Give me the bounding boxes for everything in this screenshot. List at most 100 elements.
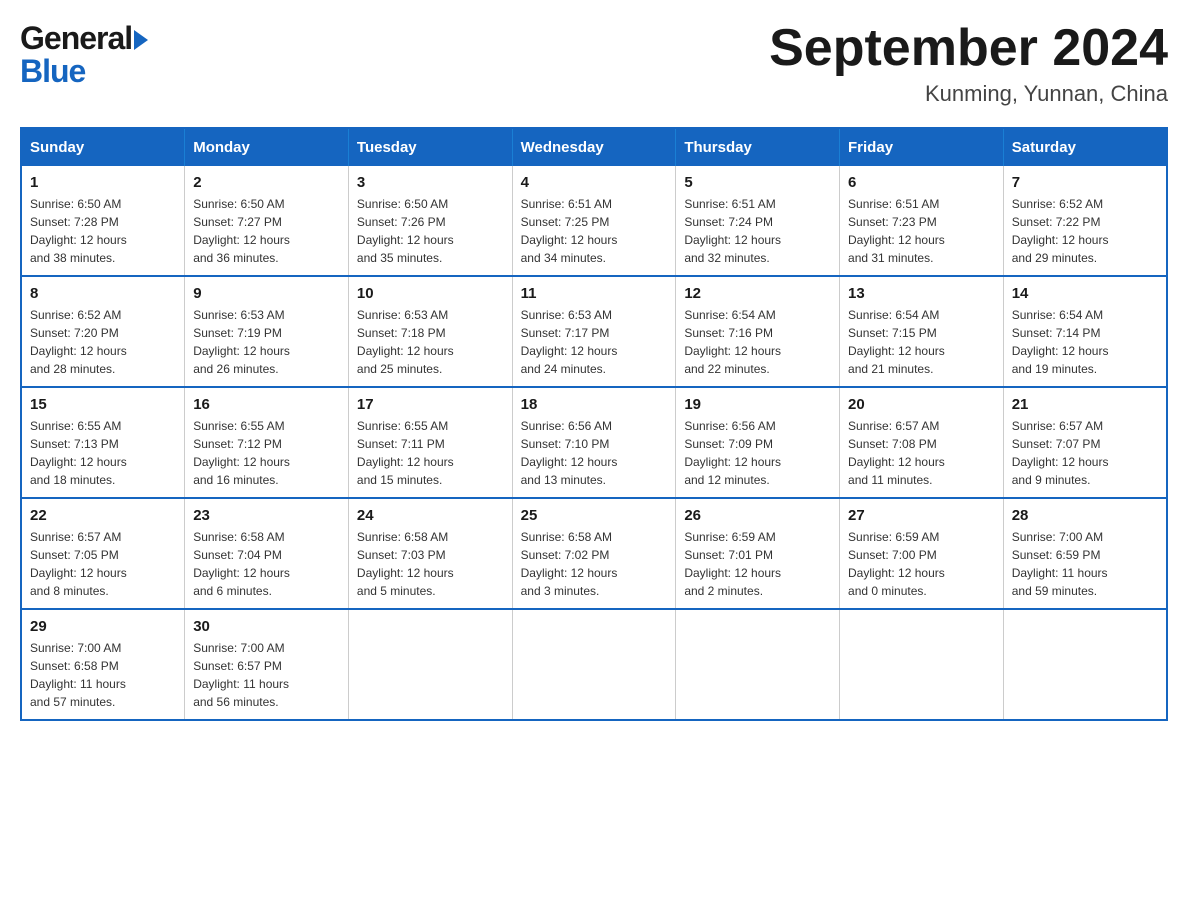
day-number: 9 xyxy=(193,285,340,302)
day-info: Sunrise: 6:54 AMSunset: 7:16 PMDaylight:… xyxy=(684,308,781,376)
calendar-cell: 8 Sunrise: 6:52 AMSunset: 7:20 PMDayligh… xyxy=(21,276,185,387)
day-number: 17 xyxy=(357,396,504,413)
day-info: Sunrise: 6:51 AMSunset: 7:23 PMDaylight:… xyxy=(848,197,945,265)
calendar-cell: 4 Sunrise: 6:51 AMSunset: 7:25 PMDayligh… xyxy=(512,166,676,276)
weekday-header: Monday xyxy=(185,128,349,166)
calendar-cell: 21 Sunrise: 6:57 AMSunset: 7:07 PMDaylig… xyxy=(1003,387,1167,498)
calendar-cell: 2 Sunrise: 6:50 AMSunset: 7:27 PMDayligh… xyxy=(185,166,349,276)
day-number: 28 xyxy=(1012,507,1158,524)
day-info: Sunrise: 6:59 AMSunset: 7:01 PMDaylight:… xyxy=(684,530,781,598)
calendar-title: September 2024 xyxy=(769,20,1168,77)
logo-arrow-icon xyxy=(134,30,148,50)
calendar-cell: 22 Sunrise: 6:57 AMSunset: 7:05 PMDaylig… xyxy=(21,498,185,609)
day-info: Sunrise: 6:54 AMSunset: 7:14 PMDaylight:… xyxy=(1012,308,1109,376)
calendar-cell: 29 Sunrise: 7:00 AMSunset: 6:58 PMDaylig… xyxy=(21,609,185,720)
day-number: 7 xyxy=(1012,174,1158,191)
day-info: Sunrise: 6:56 AMSunset: 7:09 PMDaylight:… xyxy=(684,419,781,487)
day-number: 23 xyxy=(193,507,340,524)
calendar-cell: 10 Sunrise: 6:53 AMSunset: 7:18 PMDaylig… xyxy=(348,276,512,387)
day-info: Sunrise: 6:55 AMSunset: 7:11 PMDaylight:… xyxy=(357,419,454,487)
day-number: 16 xyxy=(193,396,340,413)
calendar-cell: 23 Sunrise: 6:58 AMSunset: 7:04 PMDaylig… xyxy=(185,498,349,609)
calendar-cell: 5 Sunrise: 6:51 AMSunset: 7:24 PMDayligh… xyxy=(676,166,840,276)
day-info: Sunrise: 6:52 AMSunset: 7:20 PMDaylight:… xyxy=(30,308,127,376)
calendar-cell: 19 Sunrise: 6:56 AMSunset: 7:09 PMDaylig… xyxy=(676,387,840,498)
calendar-week-row: 15 Sunrise: 6:55 AMSunset: 7:13 PMDaylig… xyxy=(21,387,1167,498)
day-number: 29 xyxy=(30,618,176,635)
day-number: 24 xyxy=(357,507,504,524)
day-number: 6 xyxy=(848,174,995,191)
calendar-header: SundayMondayTuesdayWednesdayThursdayFrid… xyxy=(21,128,1167,166)
day-info: Sunrise: 6:52 AMSunset: 7:22 PMDaylight:… xyxy=(1012,197,1109,265)
day-info: Sunrise: 6:50 AMSunset: 7:27 PMDaylight:… xyxy=(193,197,290,265)
day-info: Sunrise: 6:53 AMSunset: 7:18 PMDaylight:… xyxy=(357,308,454,376)
day-number: 26 xyxy=(684,507,831,524)
day-number: 11 xyxy=(521,285,668,302)
calendar-cell: 14 Sunrise: 6:54 AMSunset: 7:14 PMDaylig… xyxy=(1003,276,1167,387)
weekday-header: Sunday xyxy=(21,128,185,166)
day-info: Sunrise: 6:54 AMSunset: 7:15 PMDaylight:… xyxy=(848,308,945,376)
day-info: Sunrise: 6:59 AMSunset: 7:00 PMDaylight:… xyxy=(848,530,945,598)
day-number: 25 xyxy=(521,507,668,524)
day-number: 27 xyxy=(848,507,995,524)
calendar-cell: 17 Sunrise: 6:55 AMSunset: 7:11 PMDaylig… xyxy=(348,387,512,498)
day-info: Sunrise: 6:53 AMSunset: 7:19 PMDaylight:… xyxy=(193,308,290,376)
calendar-cell: 16 Sunrise: 6:55 AMSunset: 7:12 PMDaylig… xyxy=(185,387,349,498)
calendar-cell: 25 Sunrise: 6:58 AMSunset: 7:02 PMDaylig… xyxy=(512,498,676,609)
calendar-cell: 3 Sunrise: 6:50 AMSunset: 7:26 PMDayligh… xyxy=(348,166,512,276)
day-number: 8 xyxy=(30,285,176,302)
calendar-cell: 24 Sunrise: 6:58 AMSunset: 7:03 PMDaylig… xyxy=(348,498,512,609)
weekday-header: Friday xyxy=(840,128,1004,166)
day-number: 14 xyxy=(1012,285,1158,302)
day-number: 2 xyxy=(193,174,340,191)
calendar-cell xyxy=(1003,609,1167,720)
weekday-header: Saturday xyxy=(1003,128,1167,166)
day-info: Sunrise: 6:51 AMSunset: 7:25 PMDaylight:… xyxy=(521,197,618,265)
day-number: 30 xyxy=(193,618,340,635)
calendar-week-row: 22 Sunrise: 6:57 AMSunset: 7:05 PMDaylig… xyxy=(21,498,1167,609)
calendar-week-row: 8 Sunrise: 6:52 AMSunset: 7:20 PMDayligh… xyxy=(21,276,1167,387)
day-number: 19 xyxy=(684,396,831,413)
day-number: 1 xyxy=(30,174,176,191)
day-number: 20 xyxy=(848,396,995,413)
day-number: 18 xyxy=(521,396,668,413)
calendar-cell: 13 Sunrise: 6:54 AMSunset: 7:15 PMDaylig… xyxy=(840,276,1004,387)
day-info: Sunrise: 6:57 AMSunset: 7:07 PMDaylight:… xyxy=(1012,419,1109,487)
day-info: Sunrise: 6:58 AMSunset: 7:03 PMDaylight:… xyxy=(357,530,454,598)
day-number: 13 xyxy=(848,285,995,302)
day-number: 15 xyxy=(30,396,176,413)
calendar-week-row: 29 Sunrise: 7:00 AMSunset: 6:58 PMDaylig… xyxy=(21,609,1167,720)
logo: General Blue xyxy=(20,20,148,90)
weekday-header: Tuesday xyxy=(348,128,512,166)
day-number: 21 xyxy=(1012,396,1158,413)
calendar-cell xyxy=(840,609,1004,720)
calendar-week-row: 1 Sunrise: 6:50 AMSunset: 7:28 PMDayligh… xyxy=(21,166,1167,276)
calendar-cell: 1 Sunrise: 6:50 AMSunset: 7:28 PMDayligh… xyxy=(21,166,185,276)
day-info: Sunrise: 6:50 AMSunset: 7:26 PMDaylight:… xyxy=(357,197,454,265)
day-info: Sunrise: 7:00 AMSunset: 6:58 PMDaylight:… xyxy=(30,641,126,709)
calendar-table: SundayMondayTuesdayWednesdayThursdayFrid… xyxy=(20,127,1168,721)
day-info: Sunrise: 6:57 AMSunset: 7:05 PMDaylight:… xyxy=(30,530,127,598)
calendar-cell: 28 Sunrise: 7:00 AMSunset: 6:59 PMDaylig… xyxy=(1003,498,1167,609)
calendar-cell: 30 Sunrise: 7:00 AMSunset: 6:57 PMDaylig… xyxy=(185,609,349,720)
calendar-cell: 11 Sunrise: 6:53 AMSunset: 7:17 PMDaylig… xyxy=(512,276,676,387)
logo-general-text: General xyxy=(20,20,132,57)
day-number: 10 xyxy=(357,285,504,302)
page-header: General Blue September 2024 Kunming, Yun… xyxy=(20,20,1168,107)
logo-blue-text: Blue xyxy=(20,53,148,90)
day-info: Sunrise: 6:57 AMSunset: 7:08 PMDaylight:… xyxy=(848,419,945,487)
calendar-subtitle: Kunming, Yunnan, China xyxy=(769,81,1168,107)
calendar-cell: 26 Sunrise: 6:59 AMSunset: 7:01 PMDaylig… xyxy=(676,498,840,609)
calendar-cell: 12 Sunrise: 6:54 AMSunset: 7:16 PMDaylig… xyxy=(676,276,840,387)
day-info: Sunrise: 6:50 AMSunset: 7:28 PMDaylight:… xyxy=(30,197,127,265)
day-number: 22 xyxy=(30,507,176,524)
calendar-cell: 15 Sunrise: 6:55 AMSunset: 7:13 PMDaylig… xyxy=(21,387,185,498)
day-info: Sunrise: 7:00 AMSunset: 6:59 PMDaylight:… xyxy=(1012,530,1108,598)
calendar-cell xyxy=(512,609,676,720)
day-info: Sunrise: 6:55 AMSunset: 7:13 PMDaylight:… xyxy=(30,419,127,487)
title-section: September 2024 Kunming, Yunnan, China xyxy=(769,20,1168,107)
day-number: 4 xyxy=(521,174,668,191)
weekday-header: Wednesday xyxy=(512,128,676,166)
calendar-cell xyxy=(348,609,512,720)
day-info: Sunrise: 6:56 AMSunset: 7:10 PMDaylight:… xyxy=(521,419,618,487)
